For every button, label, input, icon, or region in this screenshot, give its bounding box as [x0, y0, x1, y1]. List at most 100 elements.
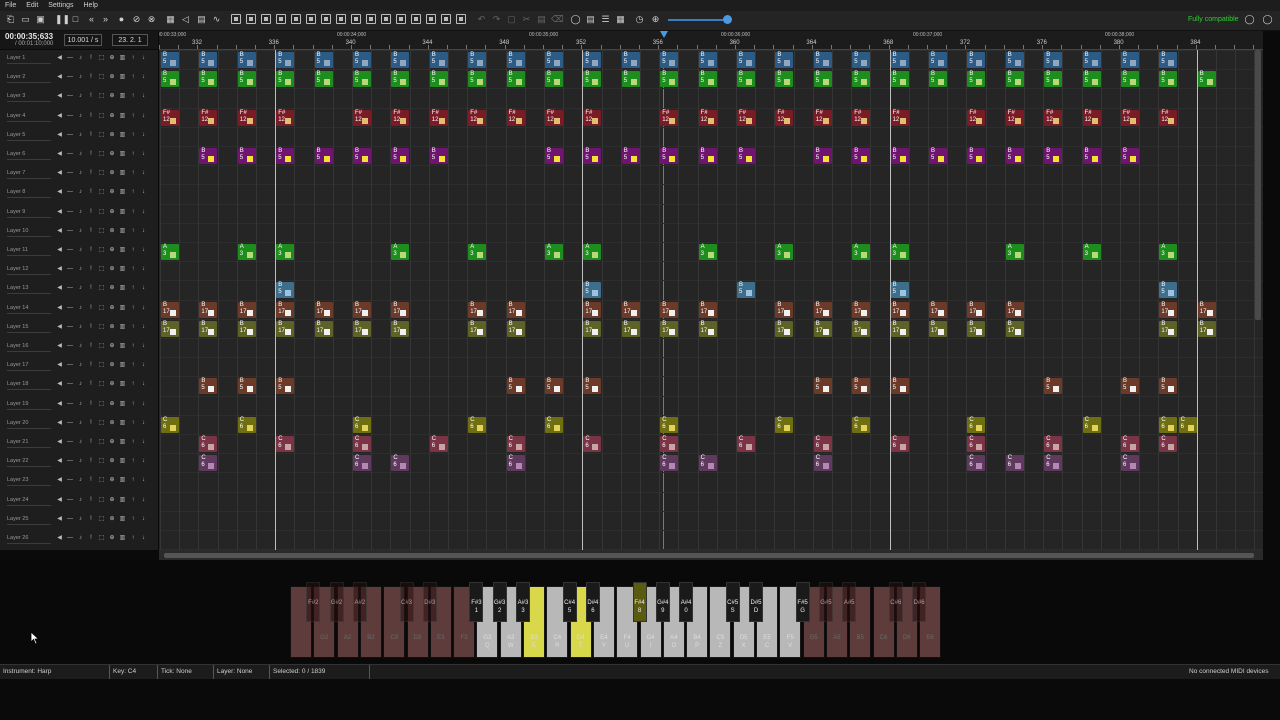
note-block[interactable]: B 17 [1159, 320, 1178, 337]
note-block[interactable]: B5 [199, 71, 218, 88]
note-block[interactable]: B5 [660, 52, 679, 68]
lock-icon[interactable]: ♪ [77, 400, 84, 408]
select-layer-icon[interactable]: ⬚ [98, 169, 105, 177]
note-block[interactable]: B 17 [199, 301, 218, 318]
up-icon[interactable]: ↑ [130, 188, 137, 196]
move-icon[interactable]: ⊕ [109, 208, 116, 216]
up-icon[interactable]: ↑ [130, 496, 137, 504]
piano-black-key[interactable]: F#2 [306, 582, 321, 622]
down-icon[interactable]: ↓ [140, 438, 147, 446]
pan-icon[interactable]: — [67, 534, 74, 542]
lock-icon[interactable]: ♪ [77, 131, 84, 139]
up-icon[interactable]: ↑ [130, 73, 137, 81]
select-icon[interactable]: ◯ [570, 14, 581, 25]
lock-icon[interactable]: ♪ [77, 73, 84, 81]
note-block[interactable]: B5 [199, 52, 218, 68]
note-block[interactable]: C6 [1121, 455, 1139, 472]
delete-layer-icon[interactable]: ▥ [119, 73, 126, 81]
note-block[interactable]: B5 [276, 282, 295, 299]
solo-icon[interactable]: ! [88, 515, 95, 523]
delete-layer-icon[interactable]: ▥ [119, 496, 126, 504]
note-block[interactable]: F# 12 [276, 109, 295, 126]
note-block[interactable]: B5 [775, 52, 794, 68]
note-block[interactable]: B 17 [1005, 320, 1024, 337]
note-block[interactable]: B5 [276, 52, 295, 68]
layer-name-field[interactable]: Layer 4 [7, 112, 51, 122]
up-icon[interactable]: ↑ [130, 400, 137, 408]
pan-icon[interactable]: — [67, 284, 74, 292]
note-block[interactable]: B 17 [276, 301, 295, 318]
lock-icon[interactable]: ♪ [77, 323, 84, 331]
select-layer-icon[interactable]: ⬚ [98, 73, 105, 81]
down-icon[interactable]: ↓ [140, 400, 147, 408]
down-icon[interactable]: ↓ [140, 265, 147, 273]
volume-icon[interactable]: ◀ [56, 208, 63, 216]
note-block[interactable]: B 17 [468, 301, 487, 318]
layer-name-field[interactable]: Layer 1 [7, 54, 51, 64]
pan-icon[interactable]: — [67, 208, 74, 216]
note-block[interactable]: C6 [698, 455, 717, 472]
note-block[interactable]: F# 12 [890, 109, 909, 126]
select-layer-icon[interactable]: ⬚ [98, 419, 105, 427]
select-layer-icon[interactable]: ⬚ [98, 515, 105, 523]
note-block[interactable]: C6 [737, 436, 755, 452]
note-block[interactable]: C6 [660, 455, 679, 472]
note-block[interactable]: F# 12 [468, 109, 487, 126]
note-block[interactable]: B 17 [237, 301, 256, 318]
move-icon[interactable]: ⊕ [109, 92, 116, 100]
volume-icon[interactable]: ◀ [56, 227, 63, 235]
note-block[interactable]: B5 [429, 148, 448, 164]
lock-icon[interactable]: ♪ [77, 476, 84, 484]
note-block[interactable]: C6 [468, 416, 487, 433]
delete-layer-icon[interactable]: ▥ [119, 534, 126, 542]
note-block[interactable]: B5 [660, 71, 679, 88]
move-icon[interactable]: ⊕ [109, 73, 116, 81]
instrument-1-icon[interactable] [231, 14, 241, 24]
layer-name-field[interactable]: Layer 8 [7, 188, 51, 199]
note-block[interactable]: C6 [775, 416, 794, 433]
note-block[interactable]: B 17 [852, 301, 871, 318]
note-block[interactable]: B5 [1159, 71, 1178, 88]
solo-icon[interactable]: ! [88, 342, 95, 350]
note-block[interactable]: B5 [1082, 71, 1101, 88]
move-icon[interactable]: ⊕ [109, 304, 116, 312]
pan-icon[interactable]: — [67, 515, 74, 523]
record-icon[interactable]: ● [116, 14, 127, 25]
layer-name-field[interactable]: Layer 3 [7, 92, 51, 103]
note-block[interactable]: C6 [967, 416, 986, 433]
note-block[interactable]: B5 [199, 148, 218, 164]
note-block[interactable]: A3 [391, 244, 410, 260]
note-block[interactable]: B 17 [314, 301, 333, 318]
note-block[interactable]: B5 [737, 282, 755, 299]
down-icon[interactable]: ↓ [140, 304, 147, 312]
note-block[interactable]: C6 [1159, 436, 1178, 452]
volume-icon[interactable]: ◀ [56, 323, 63, 331]
volume-icon[interactable]: ◀ [56, 169, 63, 177]
piano-roll-icon[interactable]: ▤ [196, 14, 207, 25]
pan-icon[interactable]: — [67, 323, 74, 331]
layer-name-field[interactable]: Layer 6 [7, 150, 51, 160]
note-block[interactable]: B5 [353, 52, 371, 68]
note-block[interactable]: B5 [852, 378, 871, 395]
down-icon[interactable]: ↓ [140, 92, 147, 100]
note-block[interactable]: C6 [813, 455, 832, 472]
note-block[interactable]: A3 [545, 244, 563, 260]
table-icon[interactable]: ▦ [615, 14, 626, 25]
tempo-slider[interactable] [668, 19, 728, 21]
down-icon[interactable]: ↓ [140, 457, 147, 465]
solo-icon[interactable]: ! [88, 419, 95, 427]
note-block[interactable]: B 17 [583, 301, 602, 318]
note-block[interactable]: B5 [813, 378, 832, 395]
volume-icon[interactable]: ◀ [56, 188, 63, 196]
delete-layer-icon[interactable]: ▥ [119, 246, 126, 254]
note-block[interactable]: B5 [852, 148, 871, 164]
delete-layer-icon[interactable]: ▥ [119, 131, 126, 139]
lock-icon[interactable]: ♪ [77, 92, 84, 100]
move-icon[interactable]: ⊕ [109, 476, 116, 484]
note-block[interactable]: B5 [237, 52, 256, 68]
note-block[interactable]: C6 [506, 455, 525, 472]
note-block[interactable]: A3 [775, 244, 794, 260]
piano-black-key[interactable]: G#4 9 [655, 582, 670, 622]
select-layer-icon[interactable]: ⬚ [98, 112, 105, 120]
note-block[interactable]: F# 12 [161, 109, 179, 126]
